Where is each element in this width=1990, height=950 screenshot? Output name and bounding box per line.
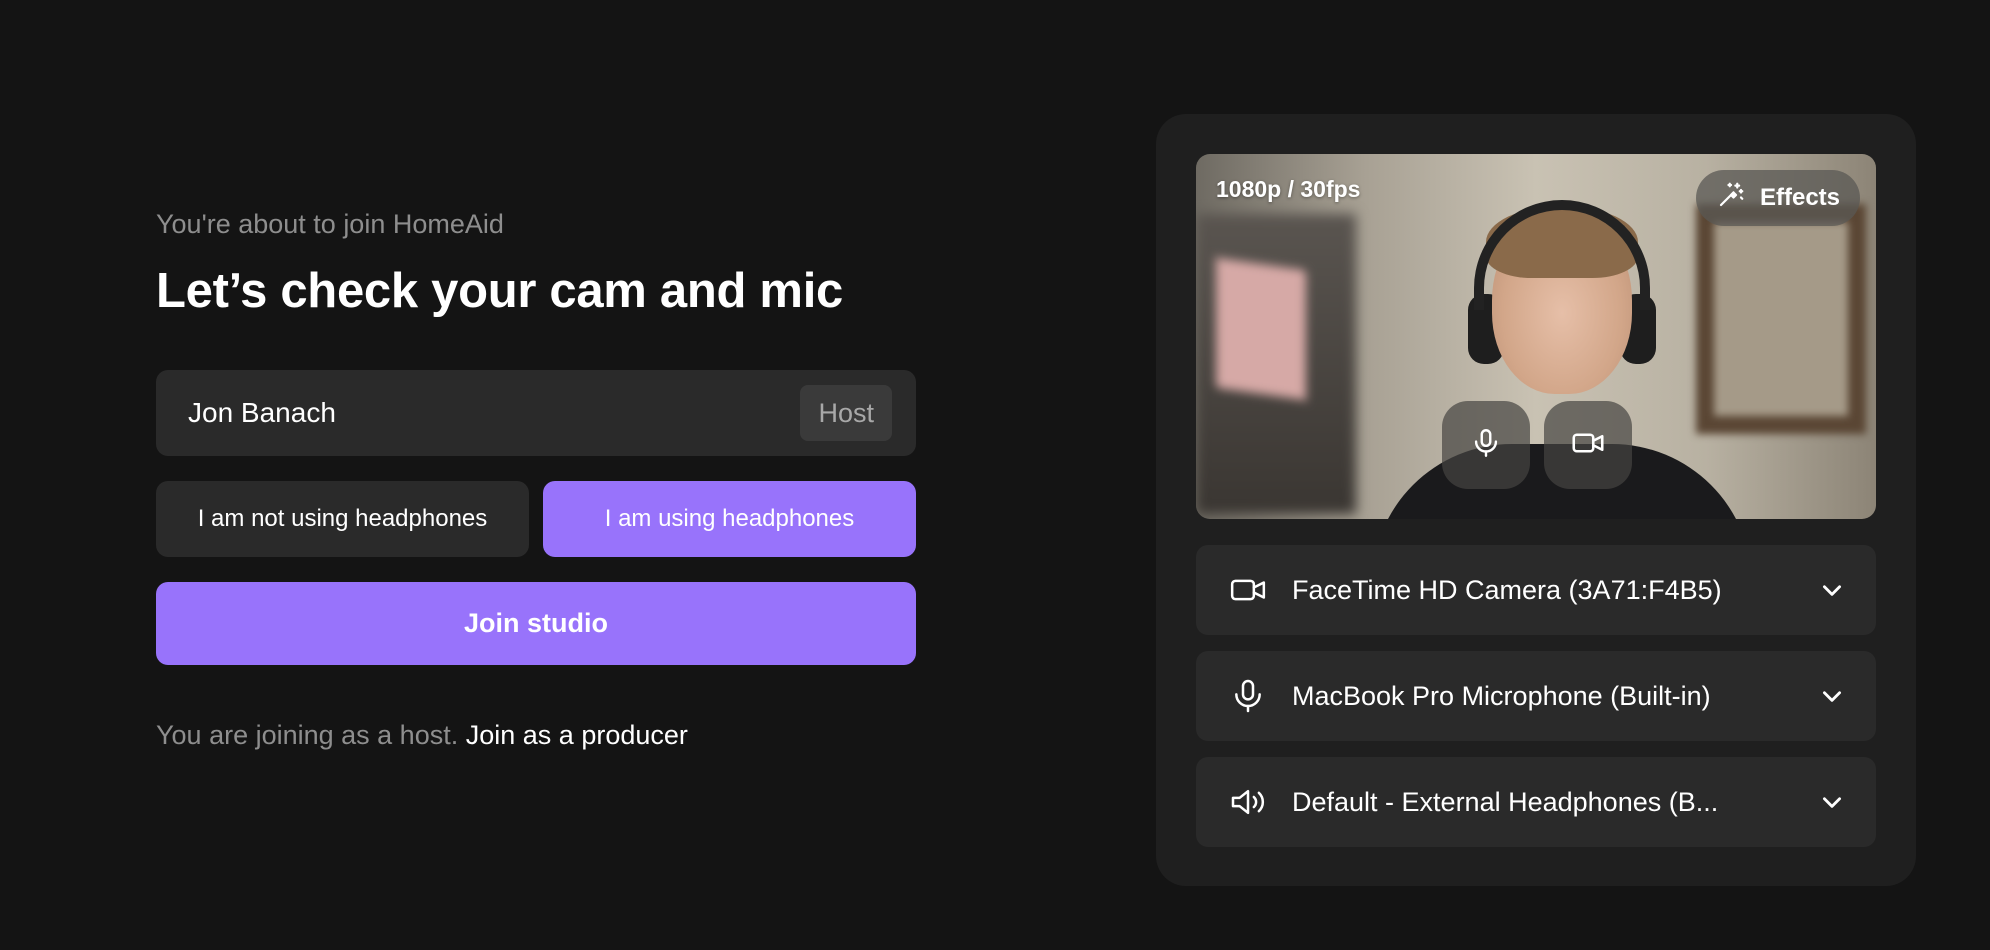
headphones-choice: I am not using headphones I am using hea… (156, 481, 916, 557)
role-badge: Host (800, 385, 892, 441)
join-studio-button[interactable]: Join studio (156, 582, 916, 665)
video-camera-icon (1228, 570, 1268, 610)
using-headphones-button[interactable]: I am using headphones (543, 481, 916, 557)
resolution-label: 1080p / 30fps (1216, 176, 1361, 202)
chevron-down-icon (1818, 682, 1846, 710)
video-camera-icon (1570, 425, 1606, 466)
speaker-icon (1228, 782, 1268, 822)
name-field[interactable]: Host (156, 370, 916, 456)
microphone-icon (1469, 426, 1503, 465)
toggle-camera-button[interactable] (1544, 401, 1632, 489)
effects-label: Effects (1759, 184, 1841, 211)
role-status: You are joining as a host. Join as a pro… (156, 717, 916, 753)
role-status-text: You are joining as a host. (156, 720, 459, 750)
session-subtitle: You're about to join HomeAid (156, 209, 504, 239)
background-window (1216, 257, 1306, 401)
effects-button[interactable]: Effects (1696, 170, 1860, 226)
speaker-select-value: Default - External Headphones (B... (1292, 786, 1719, 817)
device-panel: 1080p / 30fps Effects FaceTime HD Camera… (1156, 114, 1916, 886)
camera-select[interactable]: FaceTime HD Camera (3A71:F4B5) (1196, 545, 1876, 635)
magic-wand-icon (1716, 180, 1746, 217)
background-picture-frame (1696, 204, 1866, 434)
camera-preview: 1080p / 30fps Effects (1196, 154, 1876, 519)
join-as-producer-link[interactable]: Join as a producer (466, 720, 688, 750)
page-title: Let’s check your cam and mic (156, 264, 843, 318)
microphone-icon (1228, 676, 1268, 716)
chevron-down-icon (1818, 788, 1846, 816)
not-using-headphones-button[interactable]: I am not using headphones (156, 481, 529, 557)
toggle-mic-button[interactable] (1442, 401, 1530, 489)
speaker-select[interactable]: Default - External Headphones (B... (1196, 757, 1876, 847)
join-form: You're about to join HomeAid Let’s check… (156, 206, 916, 753)
join-studio-page: You're about to join HomeAid Let’s check… (0, 0, 1990, 950)
name-input[interactable] (188, 397, 801, 429)
microphone-select[interactable]: MacBook Pro Microphone (Built-in) (1196, 651, 1876, 741)
microphone-select-value: MacBook Pro Microphone (Built-in) (1292, 680, 1711, 711)
camera-select-value: FaceTime HD Camera (3A71:F4B5) (1292, 574, 1722, 605)
chevron-down-icon (1818, 576, 1846, 604)
